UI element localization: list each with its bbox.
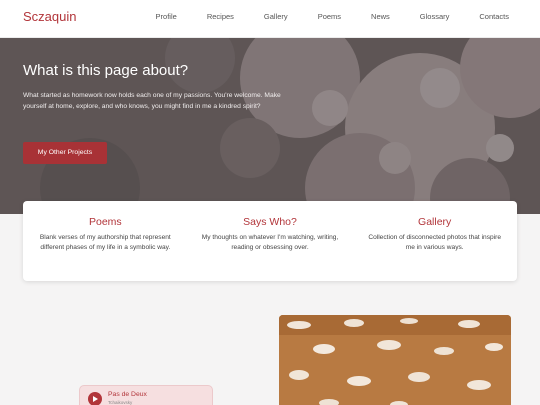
play-icon[interactable] [88,392,102,405]
nav-link-glossary[interactable]: Glossary [420,11,450,23]
card-title[interactable]: Says Who? [188,216,353,228]
nav-link-poems[interactable]: Poems [318,11,341,23]
nav-link-gallery[interactable]: Gallery [264,11,288,23]
nav-link-contacts[interactable]: Contacts [479,11,509,23]
card-poems[interactable]: Poems Blank verses of my authorship that… [23,201,188,281]
hero-title: What is this page about? [23,62,189,79]
card-text: My thoughts on whatever I'm watching, wr… [201,234,339,252]
card-title[interactable]: Poems [23,216,188,228]
fawn-fur-photo [279,315,511,405]
feature-cards: Poems Blank verses of my authorship that… [23,201,517,281]
music-player[interactable]: Pas de Deux Tchaikovsky [79,385,213,405]
track-artist: Tchaikovsky [108,400,133,405]
hero-section: What is this page about? What started as… [0,38,540,214]
my-other-projects-button[interactable]: My Other Projects [23,142,107,164]
card-gallery[interactable]: Gallery Collection of disconnected photo… [352,201,517,281]
card-text: Blank verses of my authorship that repre… [39,234,171,252]
card-title[interactable]: Gallery [352,216,517,228]
card-says-who[interactable]: Says Who? My thoughts on whatever I'm wa… [188,201,353,281]
nav-links: Profile Recipes Gallery Poems News Gloss… [126,11,509,23]
nav-link-news[interactable]: News [371,11,390,23]
nav-link-recipes[interactable]: Recipes [207,11,234,23]
track-title: Pas de Deux [108,391,147,398]
hero-description: What started as homework now holds each … [23,92,281,110]
card-text: Collection of disconnected photos that i… [368,234,502,252]
site-logo[interactable]: Sczaquin [23,9,76,24]
nav-link-profile[interactable]: Profile [156,11,177,23]
top-navbar: Sczaquin Profile Recipes Gallery Poems N… [0,0,540,38]
